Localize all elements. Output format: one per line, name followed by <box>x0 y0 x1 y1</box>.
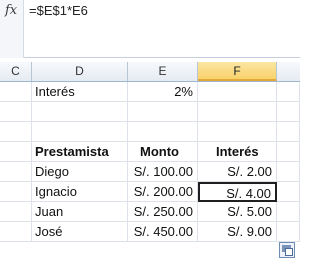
cell-interes[interactable]: S/. 5.00 <box>198 202 277 222</box>
paste-options-button[interactable] <box>279 242 295 258</box>
cell[interactable] <box>0 82 32 102</box>
cell-monto[interactable]: S/. 250.00 <box>128 202 198 222</box>
paste-sheet-icon <box>285 248 293 256</box>
column-header-row: C D E F <box>0 62 300 82</box>
cell-grid: Interés 2% Prestamista Monto Interés Die… <box>0 82 300 242</box>
column-header-d[interactable]: D <box>32 62 128 81</box>
active-cell-interes[interactable]: S/. 4.00 <box>198 182 277 202</box>
cell[interactable] <box>277 162 300 182</box>
table-row: Diego S/. 100.00 S/. 2.00 <box>0 162 300 182</box>
cell[interactable] <box>277 82 300 102</box>
cell-monto[interactable]: S/. 450.00 <box>128 222 198 242</box>
cell[interactable] <box>198 122 277 142</box>
table-row: Ignacio S/. 200.00 S/. 4.00 <box>0 182 300 202</box>
cell[interactable] <box>0 182 32 202</box>
grid-row <box>0 102 300 122</box>
cell-interes[interactable]: S/. 9.00 <box>198 222 277 242</box>
grid-row: Interés 2% <box>0 82 300 102</box>
cell[interactable] <box>0 142 32 162</box>
cell-interes[interactable]: S/. 2.00 <box>198 162 277 182</box>
cell[interactable] <box>198 82 277 102</box>
grid-row-headers: Prestamista Monto Interés <box>0 142 300 162</box>
cell-interes-rate[interactable]: 2% <box>128 82 198 102</box>
table-row: José S/. 450.00 S/. 9.00 <box>0 222 300 242</box>
cell[interactable] <box>128 122 198 142</box>
column-header-f[interactable]: F <box>198 62 277 81</box>
cell-monto[interactable]: S/. 200.00 <box>128 182 198 202</box>
cell[interactable] <box>277 202 300 222</box>
cell[interactable] <box>277 142 300 162</box>
column-header-g[interactable] <box>277 62 300 81</box>
column-header-e[interactable]: E <box>128 62 198 81</box>
cell-interes-label[interactable]: Interés <box>32 82 128 102</box>
cell[interactable] <box>277 122 300 142</box>
cell-prestamista[interactable]: José <box>32 222 128 242</box>
cell[interactable] <box>198 102 277 122</box>
cell[interactable] <box>277 182 300 202</box>
table-row: Juan S/. 250.00 S/. 5.00 <box>0 202 300 222</box>
spreadsheet-window: fx =$E$1*E6 C D E F Interés 2% Prestamis… <box>0 0 300 263</box>
cell-header-monto[interactable]: Monto <box>128 142 198 162</box>
grid-row <box>0 122 300 142</box>
cell-monto[interactable]: S/. 100.00 <box>128 162 198 182</box>
cell-header-prestamista[interactable]: Prestamista <box>32 142 128 162</box>
formula-text[interactable]: =$E$1*E6 <box>29 3 88 18</box>
fx-icon: fx <box>5 3 18 18</box>
column-header-c[interactable]: C <box>0 62 32 81</box>
cell[interactable] <box>0 122 32 142</box>
cell[interactable] <box>277 102 300 122</box>
cell[interactable] <box>0 102 32 122</box>
cell[interactable] <box>0 202 32 222</box>
cell-prestamista[interactable]: Ignacio <box>32 182 128 202</box>
cell-prestamista[interactable]: Diego <box>32 162 128 182</box>
formula-bar[interactable]: fx =$E$1*E6 <box>0 0 300 58</box>
insert-function-button[interactable]: fx <box>0 0 24 58</box>
cell[interactable] <box>128 102 198 122</box>
cell[interactable] <box>0 222 32 242</box>
cell-prestamista[interactable]: Juan <box>32 202 128 222</box>
cell[interactable] <box>32 102 128 122</box>
cell[interactable] <box>277 222 300 242</box>
cell-header-interes[interactable]: Interés <box>198 142 277 162</box>
cell[interactable] <box>32 122 128 142</box>
cell[interactable] <box>0 162 32 182</box>
